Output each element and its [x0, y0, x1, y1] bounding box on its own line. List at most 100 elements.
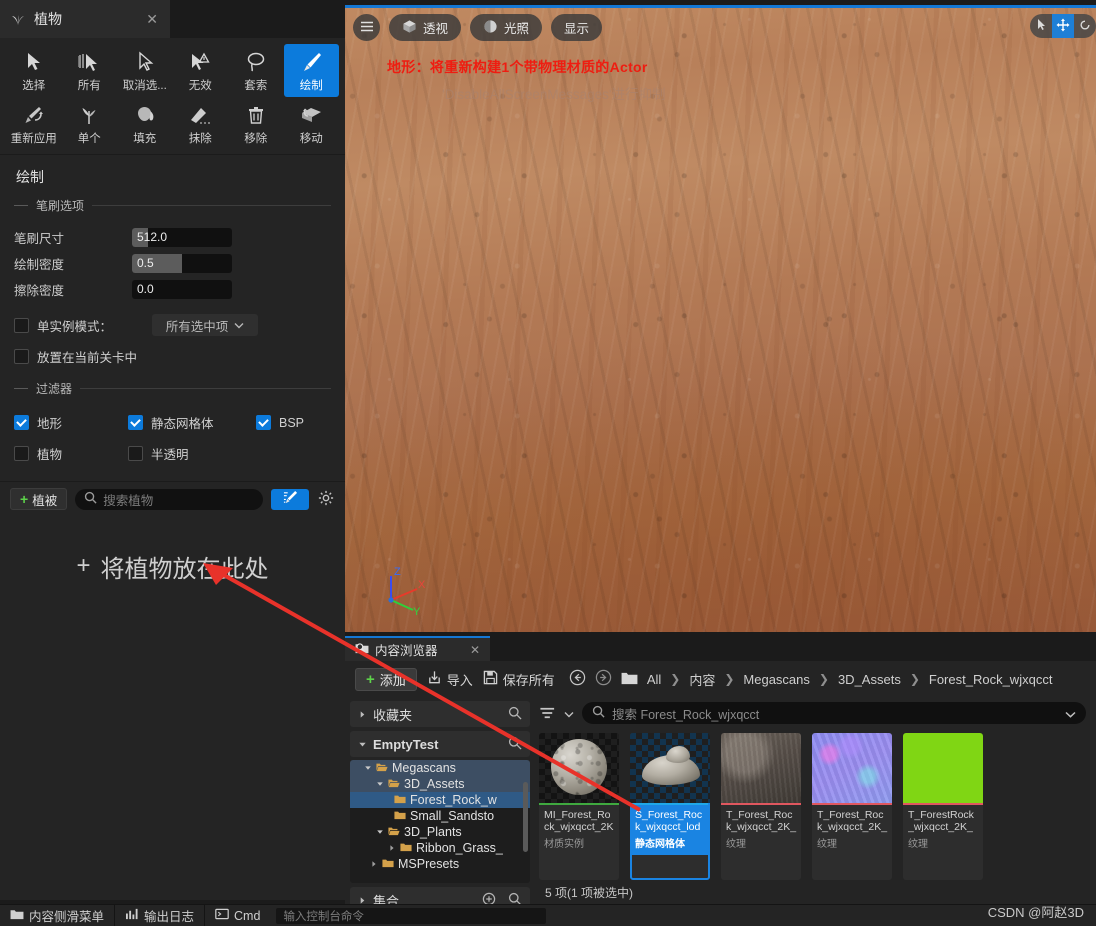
single-instance-checkbox[interactable]: [14, 317, 29, 333]
filter-static-mesh-checkbox[interactable]: [128, 415, 143, 430]
asset-tile-texture-dprf[interactable]: T_ForestRock_wjxqcct_2K_DpRF 纹理: [903, 733, 983, 880]
cube-icon: [402, 19, 417, 37]
filter-translucent: 半透明: [128, 444, 238, 463]
foliage-dropzone[interactable]: + 将植物放在此处: [0, 516, 345, 616]
tool-erase[interactable]: 抹除: [173, 97, 229, 150]
transform-select-button[interactable]: [1030, 14, 1052, 38]
field-erase-density-label: 擦除密度: [14, 283, 65, 298]
taskbar-output-log[interactable]: 输出日志: [115, 905, 206, 926]
erase-density-input[interactable]: 0.0: [132, 279, 232, 299]
tool-invalid[interactable]: 无效: [173, 44, 229, 97]
foliage-search-input[interactable]: 搜索植物: [75, 488, 263, 510]
close-icon[interactable]: ✕: [470, 643, 480, 657]
bottom-taskbar: 内容侧滑菜单 输出日志 Cmd 输入控制台命令: [0, 904, 1096, 926]
save-icon: [483, 670, 498, 688]
paint-density-input[interactable]: 0.5: [132, 253, 232, 273]
asset-tile-texture-diffuse[interactable]: T_Forest_Rock_wjxqcct_2K_D 纹理: [721, 733, 801, 880]
chevron-right-icon: ❯: [724, 672, 735, 686]
folder-icon[interactable]: [621, 671, 638, 688]
tool-paint[interactable]: 绘制: [283, 44, 339, 97]
tool-lasso[interactable]: 套索: [228, 44, 284, 97]
tree-node-mspresets[interactable]: MSPresets: [350, 856, 530, 872]
asset-type: 材质实例: [544, 839, 584, 850]
gear-icon: [318, 490, 334, 509]
tree-node-3d-plants[interactable]: 3D_Plants: [350, 824, 530, 840]
breadcrumb-item-2[interactable]: Megascans: [743, 672, 809, 687]
save-all-button[interactable]: 保存所有: [483, 670, 555, 689]
tree-scrollbar[interactable]: [523, 782, 528, 852]
asset-tile-static-mesh[interactable]: S_Forest_Rock_wjxqcct_lod3_Var1 静态网格体: [630, 733, 710, 880]
chevron-right-icon[interactable]: [388, 841, 396, 855]
favorites-section-header[interactable]: 收藏夹: [350, 701, 530, 727]
taskbar-content-drawer[interactable]: 内容侧滑菜单: [0, 905, 116, 926]
cursor-invalid-icon: [189, 49, 211, 75]
tool-select[interactable]: 选择: [6, 44, 62, 97]
tree-node-small-sandstone[interactable]: Small_Sandsto: [350, 808, 530, 824]
transform-move-button[interactable]: [1052, 14, 1074, 38]
asset-tile-texture-normal[interactable]: T_Forest_Rock_wjxqcct_2K_N 纹理: [812, 733, 892, 880]
tree-node-ribbon-grass[interactable]: Ribbon_Grass_: [350, 840, 530, 856]
tool-remove[interactable]: 移除: [228, 97, 284, 150]
transform-rotate-button[interactable]: [1074, 14, 1096, 38]
content-browser-panel: 内容浏览器 ✕ + 添加 导入 保存所有 All ❯ 内容 ❯ Megascan…: [345, 636, 1096, 913]
filter-foliage-checkbox[interactable]: [14, 446, 29, 461]
filter-dropdown-chevron-down-icon[interactable]: [564, 706, 574, 721]
brush-size-input[interactable]: 512.0: [132, 227, 232, 247]
chevron-right-icon[interactable]: [370, 857, 378, 871]
foliage-search-placeholder: 搜索植物: [103, 493, 154, 508]
filter-icon[interactable]: [539, 706, 556, 720]
project-section-header[interactable]: EmptyTest: [350, 731, 530, 757]
viewport-perspective-button[interactable]: 透视: [389, 14, 462, 41]
tool-reapply[interactable]: 重新应用: [6, 97, 62, 150]
tree-node-forest-rock[interactable]: Forest_Rock_w: [350, 792, 530, 808]
breadcrumb-item-3[interactable]: 3D_Assets: [838, 672, 901, 687]
chevron-down-icon[interactable]: [376, 777, 384, 791]
taskbar-cmd[interactable]: Cmd: [205, 905, 270, 926]
search-history-chevron-down-icon[interactable]: [1065, 706, 1076, 721]
tree-node-mspresets-label: MSPresets: [398, 857, 460, 871]
add-foliage-button[interactable]: + 植被: [10, 488, 68, 510]
tool-move[interactable]: 移动: [284, 97, 340, 150]
tab-foliage[interactable]: 植物 ✕: [0, 0, 170, 38]
arrow-forward-icon[interactable]: [595, 669, 612, 689]
viewport-lighting-button[interactable]: 光照: [470, 14, 543, 41]
asset-type: 纹理: [908, 839, 928, 850]
tree-node-3d-assets[interactable]: 3D_Assets: [350, 776, 530, 792]
section-title-paint: 绘制: [16, 169, 44, 185]
import-button[interactable]: 导入: [427, 670, 473, 689]
chevron-down-icon[interactable]: [376, 825, 384, 839]
chevron-down-icon[interactable]: [364, 761, 372, 775]
tree-node-megascans[interactable]: Megascans: [350, 760, 530, 776]
viewport-show-button[interactable]: 显示: [551, 14, 603, 41]
close-icon[interactable]: ✕: [146, 11, 158, 28]
search-icon[interactable]: [508, 706, 522, 723]
viewport-menu-button[interactable]: [353, 14, 380, 41]
console-command-input[interactable]: 输入控制台命令: [276, 907, 547, 924]
foliage-settings-gear[interactable]: [317, 490, 335, 508]
dropzone-plus-icon: +: [76, 552, 91, 579]
filter-landscape-checkbox[interactable]: [14, 415, 29, 430]
foliage-paint-list-toggle[interactable]: [271, 488, 309, 510]
tool-all[interactable]: 所有: [62, 44, 118, 97]
place-in-level-checkbox[interactable]: [14, 349, 29, 364]
tool-fill[interactable]: 填充: [117, 97, 173, 150]
tab-content-browser[interactable]: 内容浏览器 ✕: [345, 636, 490, 661]
asset-search-input[interactable]: 搜索 Forest_Rock_wjxqcct: [582, 702, 1086, 724]
breadcrumb-item-0[interactable]: All: [647, 672, 661, 687]
arrow-back-icon[interactable]: [569, 669, 586, 689]
output-log-icon: [125, 908, 139, 923]
tree-node-megascans-label: Megascans: [392, 761, 456, 775]
single-instance-dropdown[interactable]: 所有选中项: [152, 314, 259, 336]
filter-translucent-checkbox[interactable]: [128, 446, 143, 461]
tool-single[interactable]: 单个: [62, 97, 118, 150]
breadcrumb-item-4[interactable]: Forest_Rock_wjxqcct: [929, 672, 1053, 687]
filter-bsp-checkbox[interactable]: [256, 415, 271, 430]
breadcrumb-item-1[interactable]: 内容: [689, 670, 715, 689]
search-icon[interactable]: [508, 736, 522, 753]
asset-tile-material-instance[interactable]: MI_Forest_Rock_wjxqcct_2K 材质实例: [539, 733, 619, 880]
asset-tile-grid: MI_Forest_Rock_wjxqcct_2K 材质实例 S_Forest_…: [535, 729, 1096, 880]
tool-deselect[interactable]: 取消选...: [117, 44, 173, 97]
add-asset-button[interactable]: + 添加: [355, 667, 417, 691]
level-viewport[interactable]: 透视 光照 显示 地形：将重新构建1个带物理材质的Actor 'DisableA…: [345, 5, 1096, 632]
erase-density-value: 0.0: [137, 282, 154, 296]
